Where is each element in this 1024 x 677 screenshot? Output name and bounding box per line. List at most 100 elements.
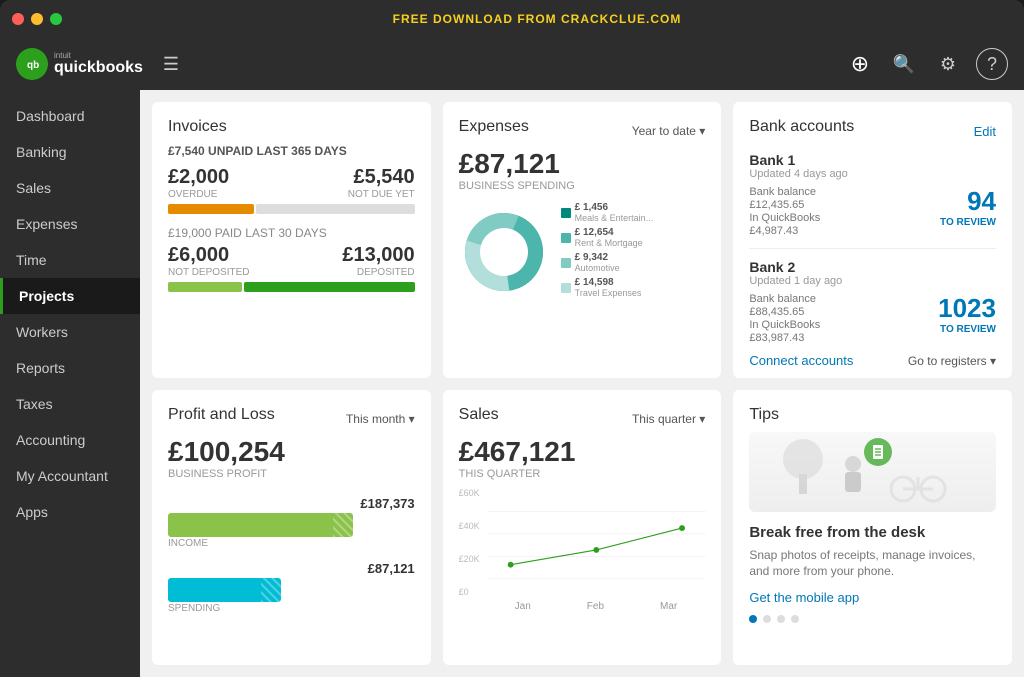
legend-item-1: £ 12,654Rent & Mortgage [561,227,654,248]
sidebar-item-projects[interactable]: Projects [0,278,140,314]
deposited-amount: £13,000 [342,244,414,267]
sidebar-item-my-accountant[interactable]: My Accountant [0,458,140,494]
bank2-details: Bank balance £88,435.65 In QuickBooks £8… [749,293,820,345]
expenses-card: Expenses Year to date ▾ £87,121 BUSINESS… [443,102,722,378]
tips-card: Tips [733,390,1012,666]
logo-icon: qb [16,48,48,80]
maximize-button[interactable] [50,13,62,25]
sidebar-item-time[interactable]: Time [0,242,140,278]
bank2-updated: Updated 1 day ago [749,275,996,287]
expenses-header: Expenses Year to date ▾ [459,118,706,144]
get-mobile-app-link[interactable]: Get the mobile app [749,590,996,605]
settings-icon[interactable]: ⚙ [932,48,964,80]
tips-illustration [749,432,996,512]
income-bar-row: £187,373 INCOME [168,496,415,549]
spending-amount: £87,121 [368,561,415,576]
promo-text: FREE DOWNLOAD FROM CRACKCLUE.COM [62,12,1012,26]
invoices-card: Invoices £7,540 UNPAID LAST 365 DAYS £2,… [152,102,431,378]
bank2-balance-row: Bank balance £88,435.65 In QuickBooks £8… [749,293,996,345]
expenses-donut-row: £ 1,456Meals & Entertain... £ 12,654Rent… [459,202,706,302]
tips-heading: Break free from the desk [749,524,996,541]
add-icon[interactable]: ⊕ [844,48,876,80]
deposited-bar [168,282,415,292]
dashboard-content: Invoices £7,540 UNPAID LAST 365 DAYS £2,… [140,90,1024,677]
bank1-section: Bank 1 Updated 4 days ago Bank balance £… [749,152,996,238]
overdue-amount: £2,000 [168,166,229,189]
bank2-section: Bank 2 Updated 1 day ago Bank balance £8… [749,259,996,345]
sidebar-item-banking[interactable]: Banking [0,134,140,170]
pl-period-selector[interactable]: This month ▾ [346,412,415,426]
legend-item-3: £ 14,598Travel Expenses [561,277,654,298]
sidebar-item-dashboard[interactable]: Dashboard [0,98,140,134]
expenses-legend: £ 1,456Meals & Entertain... £ 12,654Rent… [561,202,654,302]
close-button[interactable] [12,13,24,25]
bank1-name: Bank 1 [749,152,996,168]
dot-2 [763,615,771,623]
expenses-total: £87,121 [459,148,706,180]
sidebar-item-apps[interactable]: Apps [0,494,140,530]
pl-title: Profit and Loss [168,406,275,424]
tips-title: Tips [749,406,996,424]
sales-total: £467,121 [459,436,706,468]
pl-total: £100,254 [168,436,415,468]
bank-accounts-title: Bank accounts [749,118,854,136]
go-to-registers-link[interactable]: Go to registers ▾ [908,354,996,368]
title-bar: FREE DOWNLOAD FROM CRACKCLUE.COM [0,0,1024,38]
profit-loss-card: Profit and Loss This month ▾ £100,254 BU… [152,390,431,666]
sidebar-item-accounting[interactable]: Accounting [0,422,140,458]
bank-divider [749,248,996,249]
sales-chart: £60K £40K £20K £0 [459,488,706,612]
dot-3 [777,615,785,623]
invoices-deposited-row: £6,000 NOT DEPOSITED £13,000 DEPOSITED [168,244,415,278]
income-bar [168,513,353,537]
tips-body: Snap photos of receipts, manage invoices… [749,547,996,581]
sidebar-item-sales[interactable]: Sales [0,170,140,206]
invoices-unpaid-summary: £7,540 UNPAID LAST 365 DAYS [168,144,415,158]
logo-text: intuit quickbooks [54,52,143,76]
expenses-total-label: BUSINESS SPENDING [459,180,706,192]
sidebar-item-workers[interactable]: Workers [0,314,140,350]
not-due-amount: £5,540 [348,166,415,189]
pl-header: Profit and Loss This month ▾ [168,406,415,432]
legend-item-2: £ 9,342Automotive [561,252,654,273]
sidebar-item-expenses[interactable]: Expenses [0,206,140,242]
edit-bank-link[interactable]: Edit [974,124,996,139]
traffic-lights [12,13,62,25]
bank-accounts-card: Bank accounts Edit Bank 1 Updated 4 days… [733,102,1012,378]
sidebar: Dashboard Banking Sales Expenses Time Pr… [0,90,140,677]
overdue-label: OVERDUE [168,189,229,200]
sales-period-selector[interactable]: This quarter ▾ [632,412,705,426]
income-label: INCOME [168,538,415,549]
connect-accounts-link[interactable]: Connect accounts [749,353,853,368]
expenses-title: Expenses [459,118,529,136]
svg-text:qb: qb [27,60,39,71]
help-icon[interactable]: ? [976,48,1008,80]
income-bar-label-row: £187,373 [168,496,415,511]
minimize-button[interactable] [31,13,43,25]
not-deposited-amount: £6,000 [168,244,250,267]
spending-label: SPENDING [168,603,415,614]
spending-bar-label-row: £87,121 [168,561,415,576]
bank1-details: Bank balance £12,435.65 In QuickBooks £4… [749,186,820,238]
bank-footer: Connect accounts Go to registers ▾ [749,353,996,368]
search-icon[interactable]: 🔍 [888,48,920,80]
bank1-balance-row: Bank balance £12,435.65 In QuickBooks £4… [749,186,996,238]
top-nav: qb intuit quickbooks ☰ ⊕ 🔍 ⚙ ? [0,38,1024,90]
sidebar-item-taxes[interactable]: Taxes [0,386,140,422]
bank1-updated: Updated 4 days ago [749,168,996,180]
menu-icon[interactable]: ☰ [163,54,179,75]
bank2-to-review: 1023 TO REVIEW [938,293,996,335]
sidebar-item-reports[interactable]: Reports [0,350,140,386]
not-due-label: NOT DUE YET [348,189,415,200]
dot-1 [749,615,757,623]
sales-total-label: THIS QUARTER [459,468,706,480]
spending-bar [168,578,281,602]
spending-bar-row: £87,121 SPENDING [168,561,415,614]
invoices-title: Invoices [168,118,415,136]
expenses-period-selector[interactable]: Year to date ▾ [632,124,706,138]
invoices-overdue-row: £2,000 OVERDUE £5,540 NOT DUE YET [168,166,415,200]
income-amount: £187,373 [360,496,414,511]
overdue-bar [168,204,415,214]
bank2-name: Bank 2 [749,259,996,275]
bank1-to-review: 94 TO REVIEW [940,186,996,228]
